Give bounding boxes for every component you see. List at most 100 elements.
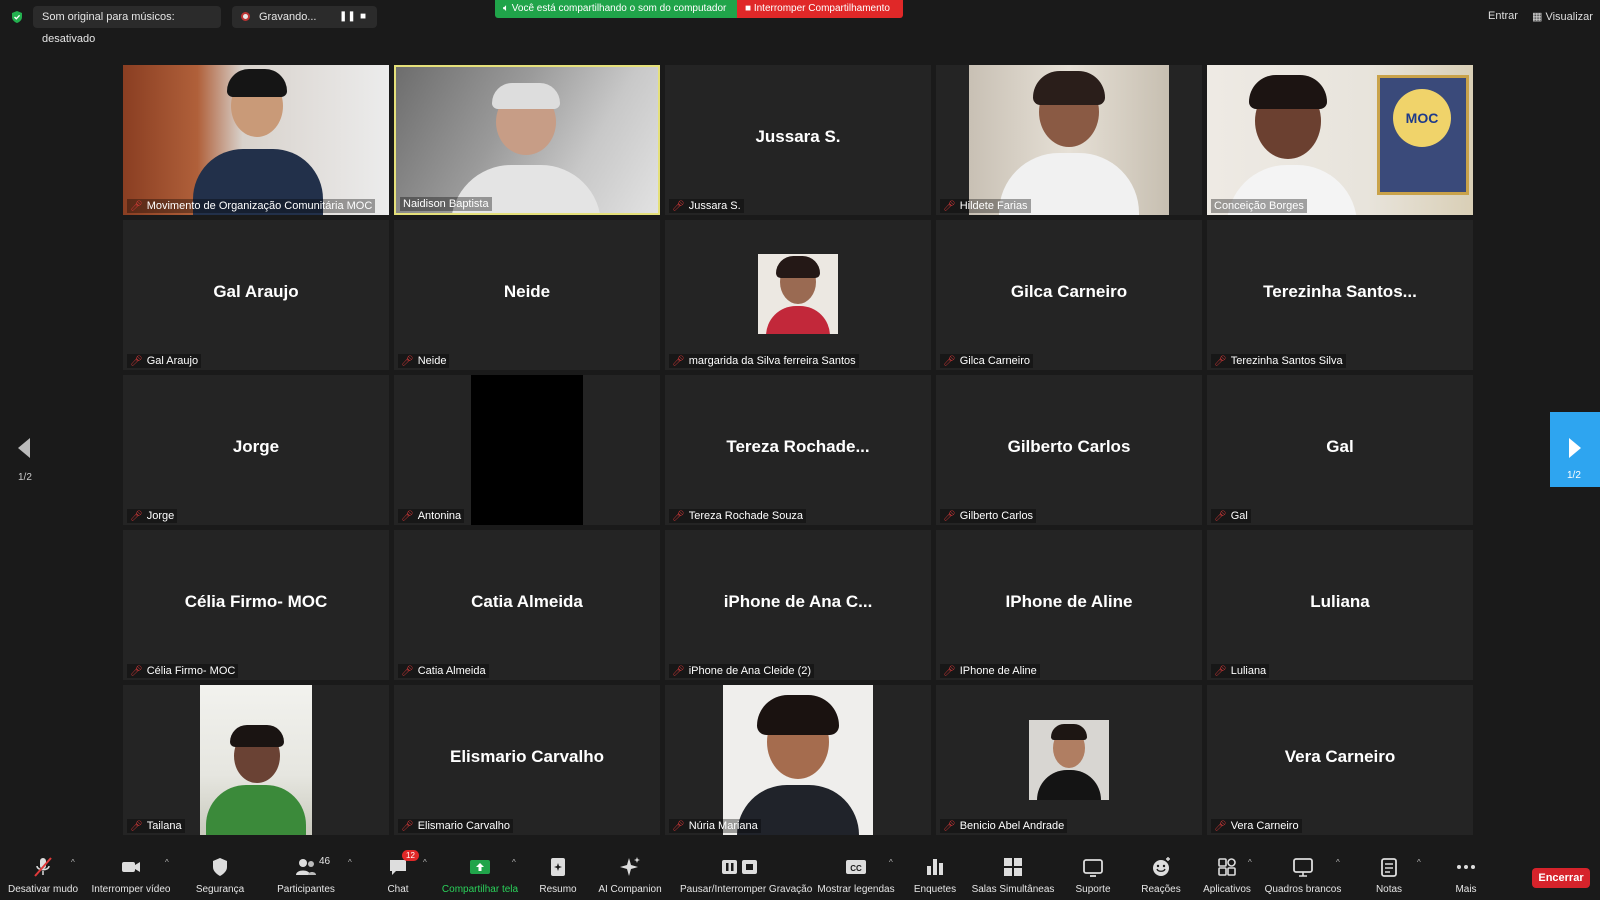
summary-button[interactable]: Resumo <box>530 852 586 900</box>
participant-name-label: 🎤︎ Jussara S. <box>669 199 744 213</box>
security-button[interactable]: Segurança <box>190 852 250 900</box>
participant-tile[interactable]: Gal 🎤︎ Gal <box>1207 375 1473 525</box>
captions-options-chevron-icon[interactable]: ^ <box>889 858 893 867</box>
notes-button[interactable]: Notas <box>1364 852 1414 900</box>
whiteboards-options-chevron-icon[interactable]: ^ <box>1336 858 1340 867</box>
participant-tile[interactable]: Tereza Rochade... 🎤︎ Tereza Rochade Souza <box>665 375 931 525</box>
participant-tile[interactable]: 🎤︎ Benicio Abel Andrade <box>936 685 1202 835</box>
polls-button[interactable]: Enquetes <box>910 852 960 900</box>
participant-name-label: 🎤︎ IPhone de Aline <box>940 664 1040 678</box>
shield-icon[interactable] <box>10 10 24 24</box>
ai-companion-button[interactable]: AI Companion <box>598 852 662 900</box>
pause-stop-icon <box>722 860 757 874</box>
participant-avatar <box>758 254 838 334</box>
next-page-button[interactable]: 1/2 <box>1550 412 1600 487</box>
participant-tile[interactable]: Vera Carneiro 🎤︎ Vera Carneiro <box>1207 685 1473 835</box>
unmute-button[interactable]: Desativar mudo <box>8 852 78 900</box>
support-button[interactable]: Suporte <box>1068 852 1118 900</box>
speaker-icon: 🔈︎ <box>503 3 512 14</box>
participant-tile[interactable]: MOC Conceição Borges <box>1207 65 1473 215</box>
participant-tile[interactable]: iPhone de Ana C... 🎤︎ iPhone de Ana Cleid… <box>665 530 931 680</box>
participant-tile[interactable]: 🎤︎ Antonina <box>394 375 660 525</box>
participant-display-name: Terezinha Santos... <box>1263 282 1417 301</box>
closed-captions-icon: CC <box>846 860 866 874</box>
participant-name-label: Naidison Baptista <box>400 197 492 211</box>
participant-tile-active-speaker[interactable]: Naidison Baptista <box>394 65 660 215</box>
share-screen-icon <box>470 860 490 874</box>
participant-tile[interactable]: 🎤︎ Movimento de Organização Comunitária M… <box>123 65 389 215</box>
participant-tile[interactable]: 🎤︎ margarida da Silva ferreira Santos <box>665 220 931 370</box>
participant-tile[interactable]: Catia Almeida 🎤︎ Catia Almeida <box>394 530 660 680</box>
muted-mic-icon: 🎤︎ <box>672 356 685 367</box>
svg-text:CC: CC <box>850 864 862 873</box>
muted-mic-icon: 🎤︎ <box>672 821 685 832</box>
participant-display-name: Elismario Carvalho <box>449 747 604 766</box>
share-options-chevron-icon[interactable]: ^ <box>512 858 516 867</box>
whiteboards-button[interactable]: Quadros brancos <box>1265 852 1341 900</box>
participant-tile[interactable]: Célia Firmo- MOC 🎤︎ Célia Firmo- MOC <box>123 530 389 680</box>
participant-tile[interactable]: 🎤︎ Núria Mariana <box>665 685 931 835</box>
enter-button[interactable]: Entrar <box>1488 10 1518 22</box>
notes-label: Notas <box>1375 884 1403 895</box>
muted-mic-icon: 🎤︎ <box>1214 511 1227 522</box>
participant-tile[interactable]: Jorge 🎤︎ Jorge <box>123 375 389 525</box>
breakout-rooms-button[interactable]: Salas Simultâneas <box>972 852 1054 900</box>
notes-options-chevron-icon[interactable]: ^ <box>1417 858 1421 867</box>
sharing-audio-text: Você está compartilhando o som do comput… <box>511 3 727 14</box>
participant-tile[interactable]: Luliana 🎤︎ Luliana <box>1207 530 1473 680</box>
muted-mic-icon: 🎤︎ <box>672 201 685 212</box>
stop-sharing-button[interactable]: ■ Interromper Compartilhamento <box>737 0 903 18</box>
participant-tile[interactable]: 🎤︎ Tailana <box>123 685 389 835</box>
more-dots-icon <box>1457 865 1475 869</box>
participant-name-label: 🎤︎ Tailana <box>127 819 185 833</box>
original-sound-indicator[interactable]: Som original para músicos: desativado <box>33 6 221 45</box>
participant-tile[interactable]: Gal Araujo 🎤︎ Gal Araujo <box>123 220 389 370</box>
more-button[interactable]: Mais <box>1442 852 1490 900</box>
captions-button[interactable]: CC Mostrar legendas <box>817 852 895 900</box>
participants-icon <box>296 859 316 875</box>
participant-name-label: 🎤︎ Gal Araujo <box>127 354 202 368</box>
stop-sharing-label: Interromper Compartilhamento <box>753 3 890 14</box>
participant-tile[interactable]: Terezinha Santos... 🎤︎ Terezinha Santos S… <box>1207 220 1473 370</box>
pause-stop-recording-button[interactable]: Pausar/Interromper Gravação <box>680 852 812 900</box>
participants-label: Participantes <box>277 884 335 895</box>
summary-document-icon <box>551 858 565 876</box>
participant-display-name: Catia Almeida <box>471 592 583 611</box>
video-options-chevron-icon[interactable]: ^ <box>165 858 169 867</box>
participants-button[interactable]: 46 Participantes <box>275 852 337 900</box>
participant-video <box>723 685 873 835</box>
participant-tile[interactable]: IPhone de Aline 🎤︎ IPhone de Aline <box>936 530 1202 680</box>
muted-mic-icon: 🎤︎ <box>130 356 143 367</box>
end-meeting-button[interactable]: Encerrar <box>1532 868 1590 888</box>
chat-options-chevron-icon[interactable]: ^ <box>423 858 427 867</box>
participant-tile[interactable]: Elismario Carvalho 🎤︎ Elismario Carvalho <box>394 685 660 835</box>
apps-options-chevron-icon[interactable]: ^ <box>1248 858 1252 867</box>
audio-options-chevron-icon[interactable]: ^ <box>71 858 75 867</box>
stop-video-label: Interromper vídeo <box>91 884 171 895</box>
view-button[interactable]: ▦ Visualizar <box>1532 10 1593 23</box>
participant-tile[interactable]: 🎤︎ Hildete Farias <box>936 65 1202 215</box>
stop-video-button[interactable]: Interromper vídeo <box>92 852 170 900</box>
share-screen-button[interactable]: Compartilhar tela <box>440 852 520 900</box>
chat-button[interactable]: 12 Chat <box>370 850 426 900</box>
participant-tile[interactable]: Jussara S. 🎤︎ Jussara S. <box>665 65 931 215</box>
participant-video <box>396 67 658 213</box>
poll-bar-chart-icon <box>927 859 943 875</box>
participant-display-name: IPhone de Aline <box>1005 592 1133 611</box>
apps-icon <box>1218 858 1236 876</box>
participant-tile[interactable]: Gilca Carneiro 🎤︎ Gilca Carneiro <box>936 220 1202 370</box>
gallery-grid: 🎤︎ Movimento de Organização Comunitária M… <box>123 65 1477 835</box>
chat-unread-badge: 12 <box>402 850 419 861</box>
pause-recording-icon[interactable]: ❚❚ <box>339 6 356 28</box>
stop-recording-icon[interactable]: ■ <box>360 6 366 28</box>
pause-recording-label: Pausar/Interromper Gravação <box>680 884 813 895</box>
participant-tile[interactable]: Gilberto Carlos 🎤︎ Gilberto Carlos <box>936 375 1202 525</box>
participant-name-label: 🎤︎ Benicio Abel Andrade <box>940 819 1068 833</box>
apps-button[interactable]: Aplicativos <box>1202 852 1252 900</box>
participants-options-chevron-icon[interactable]: ^ <box>348 858 352 867</box>
participant-video: MOC <box>1207 65 1473 215</box>
participant-display-name: Jussara S. <box>755 127 841 146</box>
participant-tile[interactable]: Neide 🎤︎ Neide <box>394 220 660 370</box>
record-icon <box>241 12 250 21</box>
reactions-button[interactable]: Reações <box>1136 852 1186 900</box>
